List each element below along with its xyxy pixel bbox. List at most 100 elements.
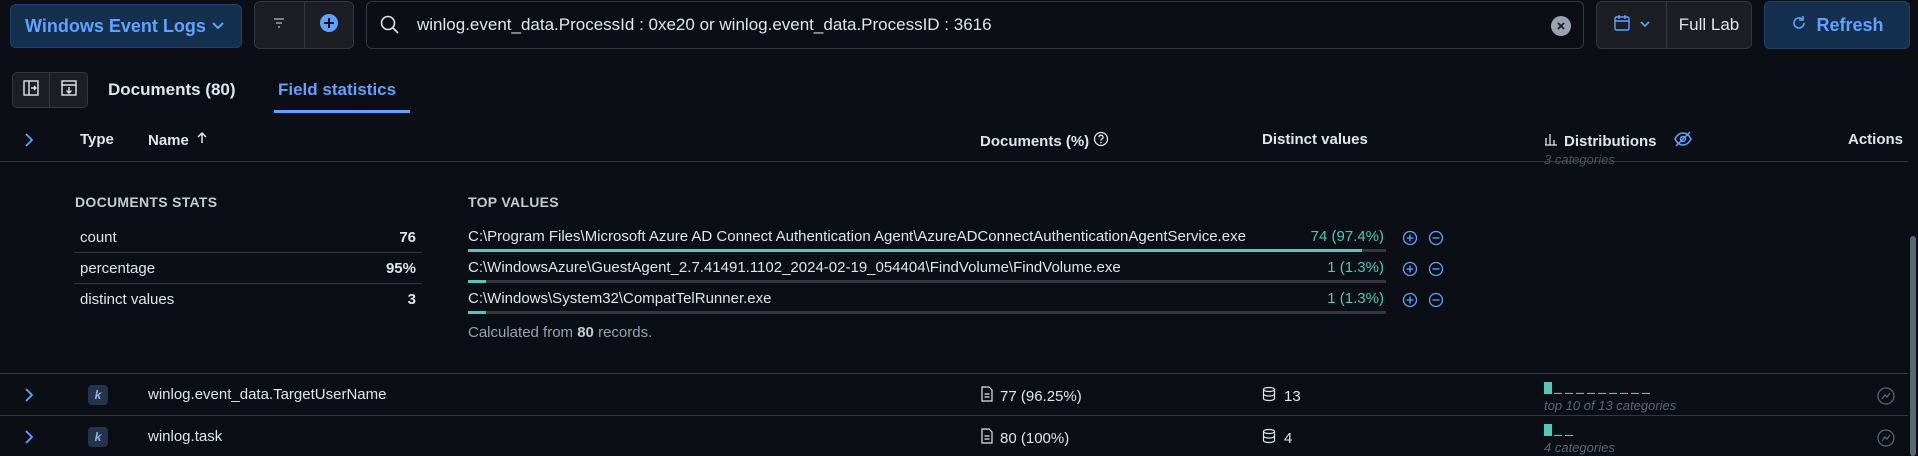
documents-cell: 80 (100%) [980, 428, 1069, 448]
filter-for-value-icon[interactable] [1402, 230, 1418, 246]
expand-row-icon[interactable] [22, 429, 36, 449]
distinct-value: 13 [1284, 387, 1301, 405]
filter-for-value-icon[interactable] [1402, 292, 1418, 308]
filter-out-value-icon[interactable] [1428, 261, 1444, 277]
top-value-path: C:\WindowsAzure\GuestAgent_2.7.41491.110… [468, 259, 1121, 276]
eye-closed-icon[interactable] [1673, 131, 1693, 151]
scrollbar-thumb[interactable] [1910, 236, 1916, 456]
tab-documents[interactable]: Documents (80) [108, 80, 236, 100]
table-header: Type Name Documents (%) Distinct values … [0, 120, 1908, 162]
documents-cell: 77 (96.25%) [980, 386, 1082, 406]
stat-label: percentage [80, 259, 156, 277]
toggle-sidebar-button[interactable] [12, 72, 50, 108]
stat-value: 76 [399, 228, 416, 246]
document-icon [980, 386, 994, 406]
distinct-cell: 4 [1262, 428, 1292, 448]
table-row[interactable]: k winlog.event_data.TargetUserName 77 (9… [0, 374, 1908, 416]
top-value-item: C:\Windows\System32\CompatTelRunner.exe … [468, 284, 1448, 315]
add-filter-button[interactable] [303, 2, 353, 48]
column-header-documents[interactable]: Documents (%) [980, 131, 1109, 151]
query-input[interactable]: winlog.event_data.ProcessId : 0xe20 or w… [366, 1, 1584, 49]
chevron-down-icon [1639, 17, 1651, 34]
top-values-title: TOP VALUES [468, 194, 559, 210]
stat-label: distinct values [80, 291, 175, 308]
plus-circle-icon [319, 13, 339, 37]
stat-label: count [80, 228, 117, 246]
sidebar-toggle-icon [22, 79, 40, 101]
filter-menu-button[interactable] [255, 2, 304, 48]
top-value-item: C:\Program Files\Microsoft Azure AD Conn… [468, 222, 1448, 253]
expand-row-icon[interactable] [22, 387, 36, 407]
expanded-field-details: DOCUMENTS STATS TOP VALUES count 76 perc… [0, 162, 1908, 374]
top-value-path: C:\Program Files\Microsoft Azure AD Conn… [468, 228, 1246, 245]
categories-note: 4 categories [1544, 440, 1615, 455]
distribution-sparkline [1544, 424, 1573, 436]
filter-icon [271, 15, 287, 35]
stat-value: 95% [385, 259, 416, 277]
data-view-picker[interactable]: Windows Event Logs [10, 4, 242, 48]
stat-row-distinct-values: distinct values 3 [74, 284, 422, 315]
visualize-icon[interactable] [1876, 386, 1896, 410]
top-value-item: C:\WindowsAzure\GuestAgent_2.7.41491.110… [468, 253, 1448, 284]
top-values-list: C:\Program Files\Microsoft Azure AD Conn… [468, 222, 1448, 315]
keyword-type-badge: k [88, 427, 108, 447]
column-header-distinct[interactable]: Distinct values [1262, 131, 1368, 148]
stat-row-percentage: percentage 95% [74, 253, 422, 284]
field-name: winlog.task [148, 428, 223, 445]
documents-stats-table: count 76 percentage 95% distinct values … [74, 222, 422, 315]
distinct-cell: 13 [1262, 386, 1301, 406]
documents-stats-title: DOCUMENTS STATS [75, 194, 218, 210]
stat-row-count: count 76 [74, 222, 422, 253]
table-row[interactable]: k winlog.task 80 (100%) 4 4 categories [0, 416, 1908, 456]
documents-value: 77 (96.25%) [1000, 387, 1082, 405]
categories-note: top 10 of 13 categories [1544, 398, 1677, 413]
filter-out-value-icon[interactable] [1428, 292, 1444, 308]
date-range-label[interactable]: Full Lab [1667, 2, 1751, 48]
refresh-button[interactable]: Refresh [1764, 1, 1910, 49]
vertical-scrollbar[interactable] [1908, 116, 1918, 456]
tab-bar: Documents (80) Field statistics [0, 70, 1918, 116]
panel-download-icon [60, 79, 78, 101]
top-value-bar-track [468, 311, 1386, 314]
active-tab-indicator [274, 110, 410, 113]
filter-out-value-icon[interactable] [1428, 230, 1444, 246]
refresh-icon [1790, 14, 1808, 37]
expand-all-icon[interactable] [22, 132, 36, 152]
filter-group [254, 1, 354, 49]
field-name: winlog.event_data.TargetUserName [148, 386, 387, 403]
quick-menu-button[interactable] [1597, 2, 1667, 48]
column-header-name-label: Name [148, 131, 189, 149]
column-header-distributions[interactable]: Distributions [1544, 131, 1693, 151]
top-value-count: 1 (1.3%) [1327, 290, 1384, 307]
column-header-documents-label: Documents (%) [980, 132, 1090, 150]
column-header-distributions-label: Distributions [1564, 132, 1657, 150]
top-value-path: C:\Windows\System32\CompatTelRunner.exe [468, 290, 772, 307]
documents-value: 80 (100%) [1000, 429, 1070, 447]
filter-for-value-icon[interactable] [1402, 261, 1418, 277]
bar-chart-icon [1544, 132, 1558, 150]
toggle-chart-button[interactable] [50, 72, 88, 108]
calc-count: 80 [577, 324, 594, 341]
distinct-value: 4 [1284, 429, 1293, 447]
tab-field-statistics[interactable]: Field statistics [278, 80, 396, 100]
top-value-bar-track [468, 280, 1386, 283]
top-value-bar-fill [468, 311, 487, 314]
calc-suffix: records. [593, 324, 653, 341]
top-value-count: 74 (97.4%) [1310, 228, 1384, 245]
column-header-name[interactable]: Name [148, 131, 209, 149]
keyword-type-badge: k [88, 385, 108, 405]
database-icon [1262, 386, 1276, 406]
calc-prefix: Calculated from [468, 324, 578, 341]
column-header-type[interactable]: Type [80, 131, 114, 148]
refresh-label: Refresh [1816, 14, 1884, 35]
database-icon [1262, 428, 1276, 448]
query-text: winlog.event_data.ProcessId : 0xe20 or w… [417, 15, 992, 34]
top-value-count: 1 (1.3%) [1327, 259, 1384, 276]
search-icon [379, 14, 401, 40]
calendar-icon [1613, 14, 1631, 36]
calculated-from-note: Calculated from 80 records. [468, 324, 652, 341]
visualize-icon[interactable] [1876, 428, 1896, 452]
clear-query-icon[interactable] [1551, 16, 1571, 36]
top-value-bar-fill [468, 249, 1363, 252]
date-picker: Full Lab [1596, 1, 1752, 49]
